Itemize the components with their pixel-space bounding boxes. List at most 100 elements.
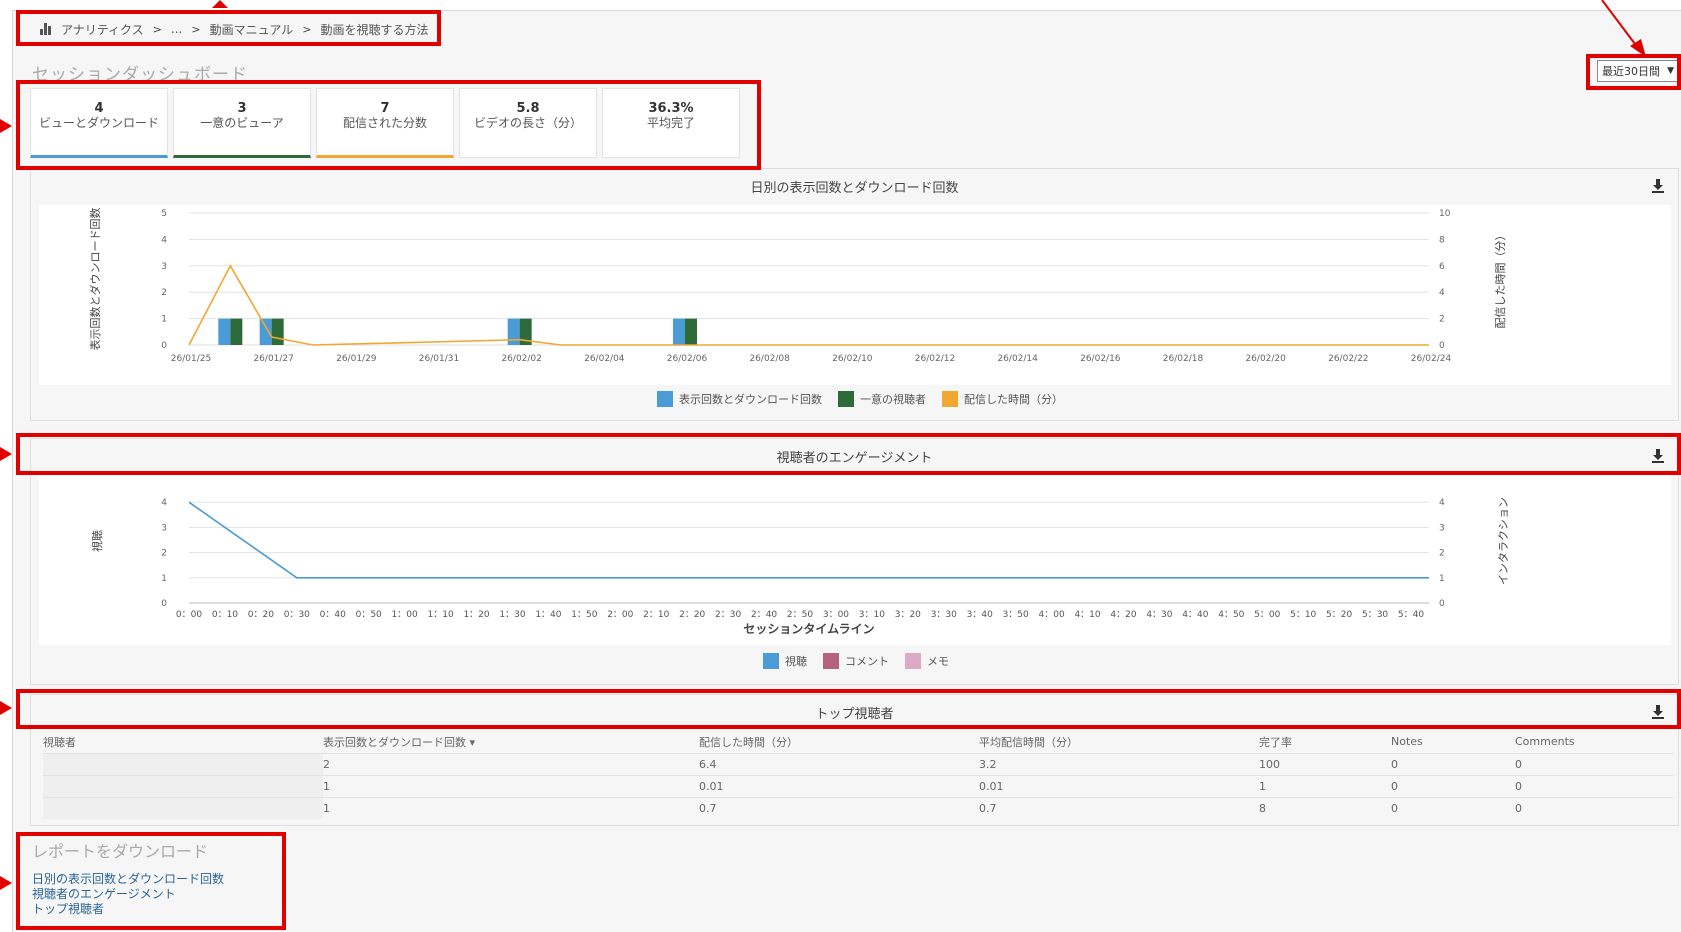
y-tick-label: 2 [161, 549, 167, 559]
download-reports-title: レポートをダウンロード [32, 842, 209, 861]
x-tick-label: 2：50 [787, 610, 813, 620]
y-tick-label: 4 [161, 498, 167, 508]
breadcrumb-video-manual[interactable]: 動画マニュアル [210, 21, 294, 38]
panel-header: トップ視聴者 [31, 695, 1678, 729]
arrow-breadcrumb-icon [212, 0, 228, 8]
x-tick-label: 0：10 [212, 610, 238, 620]
x-tick-label: 26/01/25 [171, 354, 211, 364]
x-tick-label: 3：10 [859, 610, 885, 620]
stat-value: 5.8 [516, 101, 540, 116]
col-time[interactable]: 配信した時間（分） [699, 731, 979, 753]
legend-item[interactable]: 視聴 [763, 653, 807, 669]
legend-label: 視聴 [785, 655, 807, 668]
report-link-engagement[interactable]: 視聴者のエンゲージメント [32, 887, 282, 902]
top-viewers-panel: トップ視聴者 視聴者 表示回数とダウンロード回数 ▾ 配信した時間（分） 平均配… [30, 694, 1679, 826]
col-viewer[interactable]: 視聴者 [43, 731, 323, 753]
cell: 8 [1259, 796, 1391, 819]
x-tick-label: 3：40 [967, 610, 993, 620]
viewer-name-cell [43, 774, 323, 797]
bar-chart-icon [40, 23, 54, 35]
x-tick-label: 26/02/18 [1163, 354, 1204, 364]
x-tick-label: 2：10 [643, 610, 669, 620]
cell: 0 [1515, 752, 1673, 775]
table-row[interactable]: 1 0.7 0.7 8 0 0 [43, 796, 1673, 819]
top-viewers-title: トップ視聴者 [815, 706, 894, 722]
x-tick-label: 3：30 [931, 610, 957, 620]
x-tick-label: 5：30 [1362, 610, 1388, 620]
line-views [188, 501, 1429, 579]
arrow-top-viewers-icon [0, 701, 12, 715]
y-axis-label: 視聴 [90, 530, 104, 552]
x-tick-label: 26/02/22 [1328, 354, 1368, 364]
y-axis-label: 表示回数とダウンロード回数 [88, 208, 102, 351]
x-tick-label: 1：00 [392, 610, 418, 620]
x-tick-label: 1：10 [428, 610, 454, 620]
download-icon[interactable] [1652, 449, 1664, 463]
x-tick-label: 5：40 [1398, 610, 1424, 620]
daily-views-title: 日別の表示回数とダウンロード回数 [750, 180, 959, 196]
legend-label: メモ [927, 655, 949, 668]
engagement-title: 視聴者のエンゲージメント [776, 450, 933, 466]
x-tick-label: 4：00 [1039, 610, 1065, 620]
download-icon[interactable] [1652, 705, 1664, 719]
x-tick-label: 26/02/20 [1245, 354, 1286, 364]
cell: 0.01 [979, 774, 1259, 797]
stat-label: ビデオの長さ（分） [473, 116, 582, 130]
breadcrumb-separator: > [152, 22, 162, 36]
legend-label: 表示回数とダウンロード回数 [679, 393, 822, 406]
x-tick-label: 2：40 [751, 610, 777, 620]
x-tick-label: 3：20 [895, 610, 921, 620]
col-avg-time[interactable]: 平均配信時間（分） [979, 731, 1259, 753]
x-tick-label: 26/02/04 [584, 354, 625, 364]
sort-desc-icon: ▾ [469, 735, 476, 749]
col-completion[interactable]: 完了率 [1259, 731, 1391, 753]
table-row[interactable]: 2 6.4 3.2 100 0 0 [43, 752, 1673, 775]
col-views[interactable]: 表示回数とダウンロード回数 ▾ [323, 731, 699, 753]
date-range-value: 最近30日間 [1602, 65, 1660, 78]
table-row[interactable]: 1 0.01 0.01 1 0 0 [43, 774, 1673, 797]
legend-item[interactable]: コメント [823, 653, 889, 669]
legend-item[interactable]: 一意の視聴者 [838, 391, 926, 407]
x-tick-label: 5：00 [1254, 610, 1280, 620]
arrow-stat-cards-icon [0, 119, 12, 133]
stat-cards: 4 ビューとダウンロード 3 一意のビューア 7 配信された分数 5.8 ビデオ… [30, 88, 740, 158]
date-range-select[interactable]: 最近30日間 ▼ [1597, 60, 1679, 82]
y-tick-label: 2 [161, 288, 167, 298]
legend-item[interactable]: 配信した時間（分） [942, 391, 1063, 407]
col-notes[interactable]: Notes [1391, 731, 1515, 753]
x-tick-label: 26/02/02 [501, 354, 541, 364]
stat-value: 3 [237, 101, 247, 116]
report-link-top-viewers[interactable]: トップ視聴者 [32, 902, 282, 917]
y2-tick-label: 2 [1439, 315, 1445, 325]
legend-swatch [942, 391, 958, 407]
cell: 0 [1515, 774, 1673, 797]
bar-views [507, 318, 520, 345]
x-tick-label: 3：50 [1003, 610, 1029, 620]
daily-chart-area: 0 1 2 3 4 5 0 2 4 6 8 10 26/01/25 26/01/27 26/01/29 26/… [39, 205, 1671, 385]
breadcrumb-analytics[interactable]: アナリティクス [61, 21, 144, 38]
cell: 0.7 [699, 796, 979, 819]
breadcrumb-ellipsis[interactable]: ... [171, 22, 182, 36]
stat-value: 36.3% [648, 101, 694, 116]
col-comments[interactable]: Comments [1515, 731, 1673, 753]
download-icon[interactable] [1652, 179, 1664, 193]
cell: 0 [1391, 796, 1515, 819]
cell: 0 [1515, 796, 1673, 819]
stat-label: 平均完了 [646, 116, 695, 130]
engagement-legend: 視聴 コメント メモ [763, 653, 949, 669]
x-tick-label: 26/02/24 [1411, 354, 1452, 364]
x-tick-label: 2：30 [715, 610, 741, 620]
download-reports: レポートをダウンロード 日別の表示回数とダウンロード回数 視聴者のエンゲージメン… [20, 838, 282, 917]
daily-chart: 0 1 2 3 4 5 0 2 4 6 8 10 26/01/25 26/01/27 26/01/29 26/… [88, 208, 1507, 365]
report-link-daily-views[interactable]: 日別の表示回数とダウンロード回数 [32, 872, 282, 887]
y-tick-label: 5 [161, 209, 167, 219]
x-tick-label: 26/02/06 [667, 354, 708, 364]
x-tick-label: 4：40 [1182, 610, 1208, 620]
legend-item[interactable]: メモ [905, 653, 949, 669]
top-viewers-table: 視聴者 表示回数とダウンロード回数 ▾ 配信した時間（分） 平均配信時間（分） … [43, 731, 1673, 819]
y2-tick-label: 8 [1439, 235, 1445, 245]
legend-item[interactable]: 表示回数とダウンロード回数 [657, 391, 822, 407]
x-tick-label: 0：50 [356, 610, 382, 620]
bar-views [259, 318, 272, 345]
cell: 2 [323, 752, 699, 775]
